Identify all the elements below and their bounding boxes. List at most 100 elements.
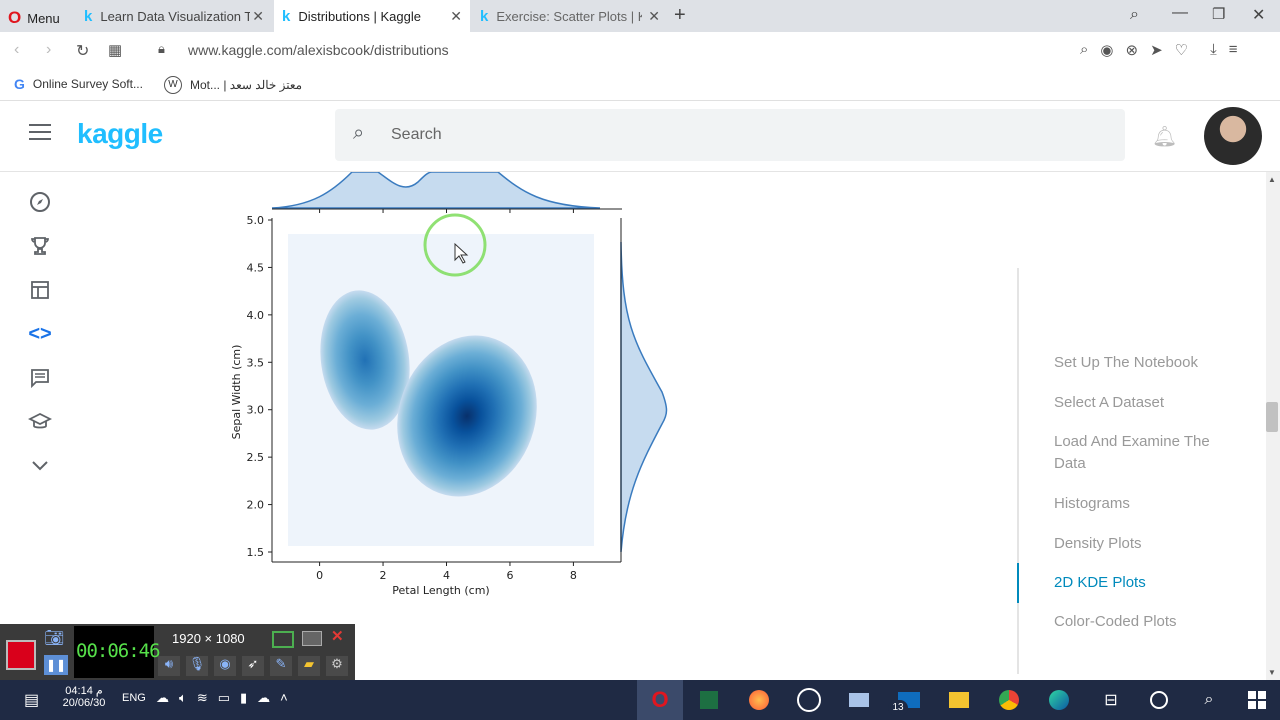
reload-button[interactable]: ↻ <box>76 41 89 61</box>
toc-item-load-examine[interactable]: Load And Examine The Data <box>1054 431 1244 475</box>
camera-icon[interactable]: 📷︎ <box>44 628 64 648</box>
windows-search-icon[interactable]: ⌕ <box>1186 680 1232 720</box>
close-recorder-button[interactable]: ✕ <box>331 627 344 645</box>
taskbar-edge-icon[interactable] <box>1036 680 1082 720</box>
tab-close-icon[interactable]: ✕ <box>252 8 264 25</box>
toc-item-color-coded[interactable]: Color-Coded Plots <box>1054 611 1244 633</box>
code-icon[interactable]: <> <box>26 320 54 348</box>
bookmark-survey[interactable]: G Online Survey Soft... <box>14 76 143 92</box>
download-icon[interactable]: ⤓ <box>1210 41 1217 59</box>
compass-icon[interactable] <box>26 188 54 216</box>
zoom-icon[interactable]: ⌕ <box>1080 41 1088 59</box>
taskbar-opera-icon[interactable]: O <box>637 680 683 720</box>
speed-dial-icon[interactable]: ▦ <box>108 41 122 59</box>
toc-item-2d-kde[interactable]: 2D KDE Plots <box>1054 572 1244 594</box>
right-marginal-kde <box>620 218 668 562</box>
volume-icon[interactable]: 🔈︎ <box>179 690 187 706</box>
close-window-button[interactable]: ✕ <box>1252 5 1265 25</box>
wifi-icon[interactable]: ≋ <box>197 690 208 706</box>
y-tick-label: 2.0 <box>247 499 265 512</box>
webcam-icon[interactable]: ◉ <box>214 656 236 676</box>
hamburger-menu-icon[interactable] <box>29 124 51 140</box>
forward-button[interactable]: › <box>46 41 51 59</box>
chevron-down-icon[interactable] <box>26 452 54 480</box>
comment-icon[interactable] <box>26 364 54 392</box>
search-icon: ⌕ <box>353 122 365 144</box>
settings-gear-icon[interactable]: ⚙ <box>326 656 348 676</box>
toc-item-histograms[interactable]: Histograms <box>1054 493 1244 515</box>
taskbar-network-icon[interactable] <box>836 680 882 720</box>
tab-close-icon[interactable]: ✕ <box>648 8 660 25</box>
toc-item-density-plots[interactable]: Density Plots <box>1054 533 1244 555</box>
heart-icon[interactable]: ♡ <box>1175 41 1188 59</box>
system-tray: ☁ 🔈︎ ≋ ▭ ▮ ☁ ˄ <box>156 690 288 706</box>
tab-close-icon[interactable]: ✕ <box>450 8 462 25</box>
tab-exercise-scatter[interactable]: k Exercise: Scatter Plots | Kag ✕ <box>472 0 668 32</box>
scrollbar-thumb[interactable] <box>1266 402 1278 432</box>
y-tick-label: 1.5 <box>247 546 265 559</box>
scroll-up-arrow-icon[interactable]: ▲ <box>1268 175 1276 184</box>
address-toolbar-icons: ⌕ ◉ ⊗ ➤ ♡ ⤓ ≡ <box>1080 41 1238 59</box>
windows-start-icon[interactable] <box>1234 680 1280 720</box>
minimize-recorder-button[interactable] <box>302 631 322 646</box>
taskbar-clock[interactable]: 04:14 م 20/06/30 <box>60 684 108 709</box>
cloud-upload-icon[interactable]: ☁ <box>156 690 169 706</box>
usb-icon[interactable]: ▮ <box>240 690 247 706</box>
toc-active-indicator <box>1017 563 1019 603</box>
kaggle-favicon-icon: k <box>480 7 489 25</box>
pause-button[interactable]: ❚❚ <box>44 655 68 675</box>
avatar[interactable] <box>1204 107 1262 165</box>
cursor-icon[interactable]: ➶ <box>242 656 264 676</box>
speaker-icon[interactable]: 🔊︎ <box>158 656 180 676</box>
tab-title: Learn Data Visualization Tu <box>100 8 251 24</box>
minimize-button[interactable]: — <box>1172 4 1188 22</box>
trophy-icon[interactable] <box>26 232 54 260</box>
url-field[interactable]: www.kaggle.com/alexisbcook/distributions <box>188 42 449 58</box>
battery-icon[interactable]: ▭ <box>218 690 230 706</box>
taskbar-chrome-icon[interactable] <box>986 680 1032 720</box>
search-input[interactable]: Search <box>391 126 442 144</box>
toc-item-select-dataset[interactable]: Select A Dataset <box>1054 392 1244 414</box>
recorder-tools: 🔊︎ 🎙︎ ◉ ➶ ✎ ▰ ⚙ <box>158 656 348 676</box>
kaggle-logo[interactable]: kaggle <box>77 118 163 150</box>
toc-item-setup[interactable]: Set Up The Notebook <box>1054 352 1244 374</box>
send-icon[interactable]: ➤ <box>1150 41 1163 59</box>
taskbar-file-explorer-icon[interactable] <box>936 680 982 720</box>
search-tabs-icon[interactable]: ⌕ <box>1130 6 1139 24</box>
y-tick-label: 4.5 <box>247 261 265 274</box>
back-button[interactable]: ‹ <box>14 41 19 59</box>
bookmark-wordpress[interactable]: W Mot... | معتز خالد سعد <box>164 76 302 94</box>
search-bar[interactable] <box>335 109 1125 161</box>
restore-button[interactable]: ❐ <box>1212 5 1225 23</box>
pen-icon[interactable]: ✎ <box>270 656 292 676</box>
folder-icon[interactable]: ▰ <box>298 656 320 676</box>
x-tick-label: 4 <box>443 569 450 582</box>
taskbar-excel-icon[interactable] <box>686 680 732 720</box>
snapshot-icon[interactable]: ◉ <box>1100 41 1113 59</box>
opera-menu-button[interactable]: O Menu <box>8 8 60 28</box>
school-icon[interactable] <box>26 408 54 436</box>
new-tab-button[interactable]: + <box>674 4 686 27</box>
onedrive-icon[interactable]: ☁ <box>257 690 270 706</box>
record-stop-button[interactable] <box>6 640 36 670</box>
taskbar-firefox-icon[interactable] <box>736 680 782 720</box>
cortana-icon[interactable] <box>1136 680 1182 720</box>
tray-expand-icon[interactable]: ˄ <box>280 690 288 706</box>
x-axis-label: Petal Length (cm) <box>392 584 489 597</box>
tab-learn-data-visualization[interactable]: k Learn Data Visualization Tu ✕ <box>76 0 272 32</box>
easy-setup-icon[interactable]: ≡ <box>1229 41 1238 59</box>
adblock-icon[interactable]: ⊗ <box>1126 41 1139 59</box>
tab-distributions[interactable]: k Distributions | Kaggle ✕ <box>274 0 470 32</box>
mail-badge: 13 <box>888 700 908 716</box>
microphone-icon[interactable]: 🎙︎ <box>186 656 208 676</box>
notification-center-icon[interactable]: ▤ <box>24 690 39 710</box>
tab-title: Distributions | Kaggle <box>298 8 421 24</box>
task-view-icon[interactable]: ⊟ <box>1088 680 1134 720</box>
kde-jointplot-chart: 1.5 2.0 2.5 3.0 3.5 4.0 4.5 5.0 0 2 4 6 8 Sepal Wid… <box>230 172 668 597</box>
table-icon[interactable] <box>26 276 54 304</box>
scroll-down-arrow-icon[interactable]: ▼ <box>1268 668 1276 677</box>
bell-icon[interactable]: 🔔︎ <box>1152 124 1177 149</box>
language-indicator[interactable]: ENG <box>122 692 146 704</box>
region-icon[interactable] <box>272 631 294 648</box>
taskbar-app-icon[interactable] <box>786 680 832 720</box>
